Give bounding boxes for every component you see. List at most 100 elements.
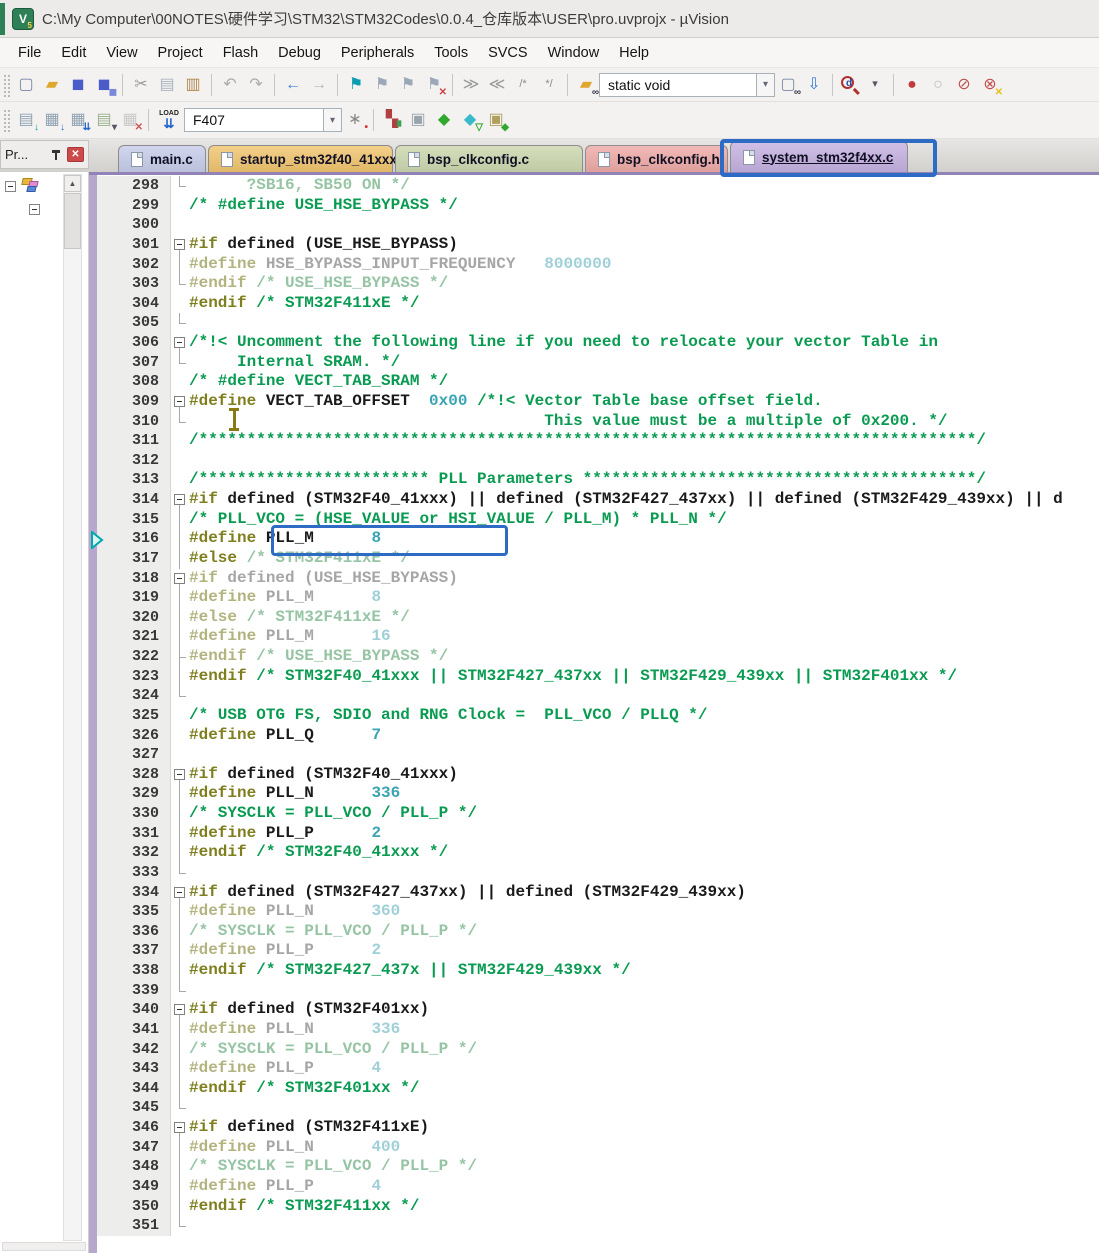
code-line-316[interactable]: 316#define PLL_M 8 <box>97 529 1099 549</box>
code-text[interactable]: #define PLL_N 400 <box>189 1138 1099 1158</box>
code-text[interactable]: #else /* STM32F411xE */ <box>189 549 1099 569</box>
code-text[interactable] <box>189 745 1099 765</box>
code-text[interactable]: #define PLL_M 8 <box>189 588 1099 608</box>
code-line-346[interactable]: 346#if defined (STM32F411xE) <box>97 1118 1099 1138</box>
save-button[interactable]: ◼ <box>65 72 91 98</box>
project-horizontal-scrollbar[interactable] <box>2 1242 86 1251</box>
open-file-button[interactable]: ▰ <box>39 72 65 98</box>
code-text[interactable]: #endif /* USE_HSE_BYPASS */ <box>189 274 1099 294</box>
project-vertical-scrollbar[interactable]: ▲ <box>63 174 82 1241</box>
code-line-314[interactable]: 314#if defined (STM32F40_41xxx) || defin… <box>97 490 1099 510</box>
filter-packs-button[interactable]: ◆▽ <box>457 107 483 133</box>
code-line-339[interactable]: 339 <box>97 981 1099 1001</box>
code-line-321[interactable]: 321#define PLL_M 16 <box>97 627 1099 647</box>
code-text[interactable]: #define PLL_M 16 <box>189 627 1099 647</box>
paste-button[interactable]: ▥ <box>180 72 206 98</box>
code-text[interactable]: #if defined (USE_HSE_BYPASS) <box>189 235 1099 255</box>
select-software-packs-button[interactable]: ◆ <box>431 107 457 133</box>
code-text[interactable]: #if defined (STM32F401xx) <box>189 1000 1099 1020</box>
code-line-331[interactable]: 331#define PLL_P 2 <box>97 824 1099 844</box>
code-line-325[interactable]: 325/* USB OTG FS, SDIO and RNG Clock = P… <box>97 706 1099 726</box>
batch-build-button[interactable]: ▤▾ <box>91 107 117 133</box>
code-text[interactable]: #define PLL_N 336 <box>189 784 1099 804</box>
clean-button[interactable]: ▦✕ <box>117 107 143 133</box>
code-text[interactable]: #endif /* STM32F40_41xxx || STM32F427_43… <box>189 667 1099 687</box>
code-line-303[interactable]: 303#endif /* USE_HSE_BYPASS */ <box>97 274 1099 294</box>
code-text[interactable] <box>189 215 1099 235</box>
menu-debug[interactable]: Debug <box>268 41 331 65</box>
project-tree-child[interactable] <box>29 204 40 215</box>
code-text[interactable]: #endif /* STM32F411xx */ <box>189 1197 1099 1217</box>
code-line-308[interactable]: 308/* #define VECT_TAB_SRAM */ <box>97 372 1099 392</box>
fold-margin[interactable] <box>171 1000 189 1020</box>
fold-collapse-icon[interactable] <box>174 337 185 348</box>
menu-help[interactable]: Help <box>609 41 659 65</box>
code-text[interactable]: Internal SRAM. */ <box>189 353 1099 373</box>
fold-margin[interactable] <box>171 569 189 589</box>
code-text[interactable]: #endif /* STM32F427_437x || STM32F429_43… <box>189 961 1099 981</box>
code-line-330[interactable]: 330/* SYSCLK = PLL_VCO / PLL_P */ <box>97 804 1099 824</box>
target-combo[interactable]: F407 <box>184 108 324 132</box>
rebuild-button[interactable]: ▦⇊ <box>65 107 91 133</box>
code-line-329[interactable]: 329#define PLL_N 336 <box>97 784 1099 804</box>
fold-margin[interactable] <box>171 490 189 510</box>
redo-button[interactable]: ↷ <box>243 72 269 98</box>
code-text[interactable]: /************************ PLL Parameters… <box>189 470 1099 490</box>
code-text[interactable] <box>189 981 1099 1001</box>
code-text[interactable]: #define VECT_TAB_OFFSET 0x00 /*!< Vector… <box>189 392 1099 412</box>
fold-margin[interactable] <box>171 333 189 353</box>
code-line-300[interactable]: 300 <box>97 215 1099 235</box>
code-line-299[interactable]: 299/* #define USE_HSE_BYPASS */ <box>97 196 1099 216</box>
fold-margin[interactable] <box>171 1118 189 1138</box>
code-text[interactable]: #endif /* STM32F401xx */ <box>189 1079 1099 1099</box>
insert-breakpoint-button[interactable]: ● <box>899 72 925 98</box>
menu-tools[interactable]: Tools <box>424 41 478 65</box>
code-text[interactable]: /* SYSCLK = PLL_VCO / PLL_P */ <box>189 1040 1099 1060</box>
pin-icon[interactable] <box>51 149 61 161</box>
code-line-306[interactable]: 306/*!< Uncomment the following line if … <box>97 333 1099 353</box>
find-next-button[interactable]: ⇩ <box>801 72 827 98</box>
code-text[interactable]: #define PLL_P 4 <box>189 1059 1099 1079</box>
fold-collapse-icon[interactable] <box>174 573 185 584</box>
undo-button[interactable]: ↶ <box>217 72 243 98</box>
code-text[interactable]: #else /* STM32F411xE */ <box>189 608 1099 628</box>
code-line-315[interactable]: 315/* PLL_VCO = (HSE_VALUE or HSI_VALUE … <box>97 510 1099 530</box>
toggle-bookmark-button[interactable]: ⚑ <box>343 72 369 98</box>
menu-edit[interactable]: Edit <box>51 41 96 65</box>
manage-rte-button[interactable]: ▚▘ <box>379 107 405 133</box>
code-line-311[interactable]: 311/************************************… <box>97 431 1099 451</box>
menu-view[interactable]: View <box>96 41 147 65</box>
code-line-341[interactable]: 341#define PLL_N 336 <box>97 1020 1099 1040</box>
code-line-301[interactable]: 301#if defined (USE_HSE_BYPASS) <box>97 235 1099 255</box>
code-line-340[interactable]: 340#if defined (STM32F401xx) <box>97 1000 1099 1020</box>
code-line-351[interactable]: 351 <box>97 1216 1099 1236</box>
fold-collapse-icon[interactable] <box>174 769 185 780</box>
code-line-307[interactable]: 307 Internal SRAM. */ <box>97 353 1099 373</box>
code-line-335[interactable]: 335#define PLL_N 360 <box>97 902 1099 922</box>
enable-breakpoint-button[interactable]: ○ <box>925 72 951 98</box>
find-in-files-button[interactable]: ▰∞ <box>573 72 599 98</box>
code-text[interactable]: #endif /* STM32F411xE */ <box>189 294 1099 314</box>
uncomment-button[interactable]: */ <box>536 72 562 98</box>
code-line-304[interactable]: 304#endif /* STM32F411xE */ <box>97 294 1099 314</box>
code-text[interactable]: ?SB16, SB50 ON */ <box>189 176 1099 196</box>
code-text[interactable]: This value must be a multiple of 0x200. … <box>189 412 1099 432</box>
copy-button[interactable]: ▤ <box>154 72 180 98</box>
code-area[interactable]: 298 ?SB16, SB50 ON */299/* #define USE_H… <box>97 176 1099 1253</box>
code-line-349[interactable]: 349#define PLL_P 4 <box>97 1177 1099 1197</box>
tab-bsp_clkconfig.c[interactable]: bsp_clkconfig.c <box>395 145 583 172</box>
code-line-337[interactable]: 337#define PLL_P 2 <box>97 941 1099 961</box>
menu-project[interactable]: Project <box>148 41 213 65</box>
tab-system_stm32f4xx.c[interactable]: system_stm32f4xx.c <box>730 141 908 172</box>
next-bookmark-button[interactable]: ⚑ <box>369 72 395 98</box>
navigate-back-button[interactable]: ← <box>280 72 306 98</box>
code-text[interactable]: /* SYSCLK = PLL_VCO / PLL_P */ <box>189 1157 1099 1177</box>
code-text[interactable]: #define PLL_N 336 <box>189 1020 1099 1040</box>
fold-collapse-icon[interactable] <box>174 1004 185 1015</box>
close-icon[interactable]: ✕ <box>67 147 84 162</box>
previous-bookmark-button[interactable]: ⚑ <box>395 72 421 98</box>
code-line-323[interactable]: 323#endif /* STM32F40_41xxx || STM32F427… <box>97 667 1099 687</box>
fold-collapse-icon[interactable] <box>174 494 185 505</box>
code-line-317[interactable]: 317#else /* STM32F411xE */ <box>97 549 1099 569</box>
fold-margin[interactable] <box>171 235 189 255</box>
